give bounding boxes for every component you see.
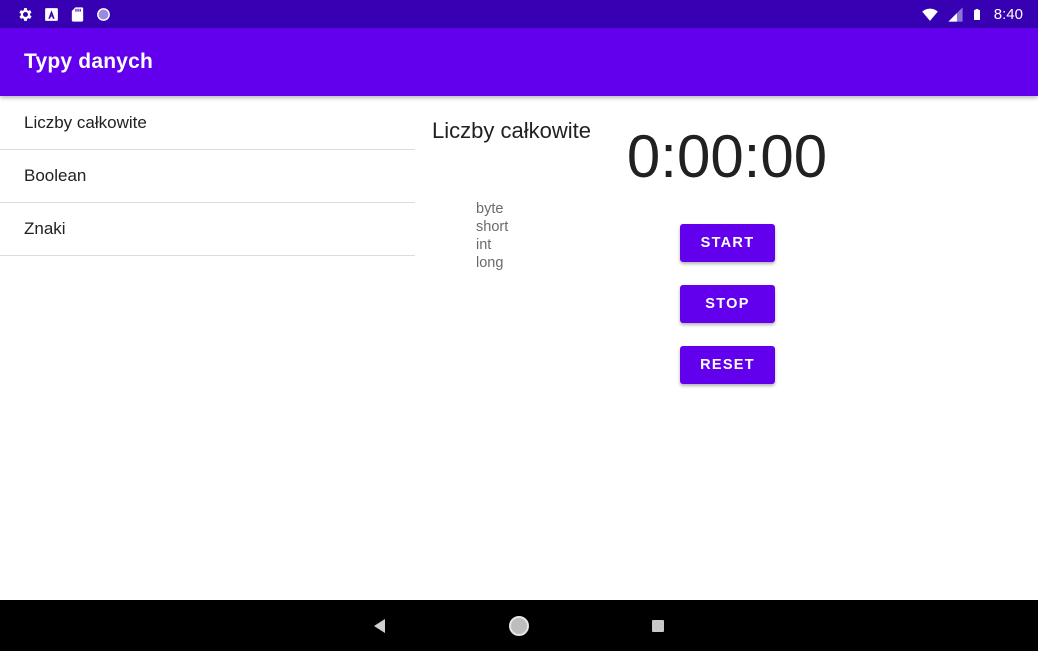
cellular-signal-icon: [948, 6, 963, 22]
type-item-short: short: [476, 219, 509, 235]
status-bar: 8:40: [0, 0, 1038, 28]
detail-title: Liczby całkowite: [432, 118, 591, 143]
back-icon: [374, 619, 385, 633]
start-button[interactable]: START: [680, 224, 775, 262]
status-clock: 8:40: [993, 5, 1023, 23]
screen: 8:40 Typy danych Liczby całkowite Boolea…: [0, 0, 1038, 651]
reset-button[interactable]: RESET: [680, 346, 775, 384]
sd-card-icon: [71, 6, 84, 22]
list-item-label: Znaki: [24, 219, 66, 238]
type-item-byte: byte: [476, 201, 504, 217]
list-item-boolean[interactable]: Boolean: [0, 150, 415, 203]
type-item-int: int: [476, 237, 492, 253]
list-item-label: Liczby całkowite: [24, 113, 147, 132]
app-a-icon: [45, 7, 58, 21]
type-list: byte short int long: [476, 200, 508, 272]
home-icon: [509, 616, 529, 636]
type-item-long: long: [476, 255, 504, 271]
back-button[interactable]: [367, 613, 393, 639]
status-left-icons: [17, 5, 112, 23]
gear-icon: [19, 7, 32, 21]
navigation-bar: [0, 600, 1038, 651]
status-right-icons: 8:40: [920, 5, 1023, 23]
stopwatch-display: 0:00:00: [626, 123, 828, 190]
category-list: Liczby całkowite Boolean Znaki: [0, 97, 415, 256]
wifi-icon: [922, 8, 938, 21]
stop-button[interactable]: STOP: [680, 285, 775, 323]
home-button[interactable]: [506, 613, 532, 639]
list-item-liczby-calkowite[interactable]: Liczby całkowite: [0, 97, 415, 150]
battery-icon: [973, 8, 980, 20]
app-bar: Typy danych: [0, 28, 1038, 96]
app-title: Typy danych: [24, 50, 154, 73]
recents-icon: [652, 620, 664, 632]
list-item-label: Boolean: [24, 166, 87, 185]
list-item-znaki[interactable]: Znaki: [0, 203, 415, 256]
recents-button[interactable]: [645, 613, 671, 639]
circle-icon: [97, 7, 110, 21]
